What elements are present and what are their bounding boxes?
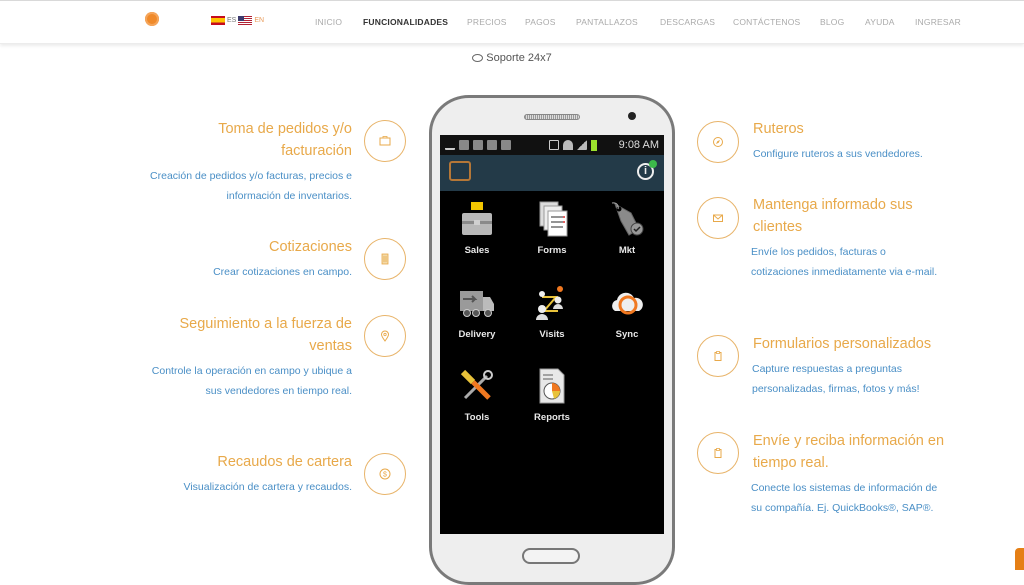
envelope-icon: [697, 197, 739, 239]
cloud-sync-icon: [609, 285, 645, 321]
nav-contactenos[interactable]: CONTÁCTENOS: [733, 17, 800, 27]
top-navbar: ES EN INICIO FUNCIONALIDADES PRECIOS PAG…: [0, 0, 1024, 44]
dollar-coin-icon: $: [364, 453, 406, 495]
feature-title: Seguimiento a la fuerza de ventas: [179, 316, 353, 354]
truck-icon: [459, 285, 495, 321]
spain-flag-icon[interactable]: [211, 16, 225, 25]
app-notification-icon: [459, 140, 469, 150]
phone-status-bar: 9:08 AM: [440, 135, 664, 155]
phone-screen: 9:08 AM i Sales Forms Mkt Delivery Visit…: [440, 135, 664, 534]
nav-pantallazos[interactable]: PANTALLAZOS: [576, 17, 638, 27]
app-forms[interactable]: Forms: [517, 201, 587, 256]
feature-desc: Envíe los pedidos, facturas o cotizacion…: [751, 246, 938, 278]
feature-desc: Creación de pedidos y/o facturas, precio…: [150, 170, 352, 202]
app-sales[interactable]: Sales: [442, 201, 512, 256]
feature-ruteros: Ruteros Configure ruteros a sus vendedor…: [753, 118, 953, 165]
feature-cotizaciones: Cotizaciones Crear cotizaciones en campo…: [150, 236, 352, 283]
feature-title: Recaudos de cartera: [217, 454, 352, 470]
feature-seguimiento: Seguimiento a la fuerza de ventas Contro…: [150, 313, 352, 401]
feature-tiempo-real: Envíe y reciba información en tiempo rea…: [751, 430, 945, 518]
forms-icon: [534, 201, 570, 237]
feature-desc: Capture respuestas a preguntas personali…: [752, 363, 920, 395]
chat-bubble-icon: [472, 54, 484, 62]
feature-clientes: Mantenga informado sus clientes Envíe lo…: [751, 194, 938, 282]
lang-en-link[interactable]: EN: [254, 17, 264, 24]
app-logo-icon: [449, 161, 471, 181]
sales-briefcase-icon: [459, 201, 495, 237]
nfc-icon: [549, 140, 559, 150]
svg-text:$: $: [383, 472, 387, 479]
language-switcher: ES EN: [211, 16, 264, 25]
nav-inicio[interactable]: INICIO: [315, 17, 342, 27]
feature-desc: Crear cotizaciones en campo.: [213, 266, 352, 278]
feature-title: Envíe y reciba información en tiempo rea…: [753, 433, 945, 471]
feedback-tab[interactable]: [1015, 548, 1024, 570]
battery-icon: [591, 139, 597, 151]
download-icon: [445, 140, 455, 150]
phone-camera: [628, 112, 636, 120]
app-delivery[interactable]: Delivery: [442, 285, 512, 340]
price-tag-icon: [609, 201, 645, 237]
feature-desc: Controle la operación en campo y ubique …: [151, 365, 352, 397]
app-visits[interactable]: Visits: [517, 285, 587, 340]
nav-ingresar[interactable]: INGRESAR: [915, 17, 961, 27]
app-label: Forms: [537, 245, 567, 256]
app-label: Tools: [464, 412, 490, 423]
mail-icon: [473, 140, 483, 150]
feature-desc: Conecte los sistemas de información de s…: [751, 482, 938, 514]
nav-ayuda[interactable]: AYUDA: [865, 17, 895, 27]
feature-recaudos: Recaudos de cartera Visualización de car…: [150, 451, 352, 498]
nav-pagos[interactable]: PAGOS: [525, 17, 556, 27]
feature-toma-pedidos: Toma de pedidos y/o facturación Creación…: [150, 118, 352, 206]
calculator-icon: [364, 238, 406, 280]
support-text: Soporte 24x7: [486, 52, 552, 64]
lang-es-link[interactable]: ES: [227, 17, 236, 24]
us-flag-icon[interactable]: [238, 16, 253, 25]
report-chart-icon: [534, 368, 570, 404]
app-sync[interactable]: Sync: [592, 285, 662, 340]
feature-desc: Visualización de cartera y recaudos.: [183, 481, 352, 493]
nav-funcionalidades[interactable]: FUNCIONALIDADES: [363, 17, 448, 27]
tools-icon: [459, 368, 495, 404]
feature-title: Formularios personalizados: [753, 336, 932, 352]
clipboard-icon: [697, 432, 739, 474]
app-label: Mkt: [618, 245, 636, 256]
clipboard-icon: [697, 335, 739, 377]
phone-speaker: [524, 114, 580, 120]
app-label: Reports: [534, 412, 570, 423]
app-tools[interactable]: Tools: [442, 368, 512, 423]
signal-icon: [577, 140, 587, 150]
feature-title: Ruteros: [753, 121, 804, 137]
phone-mockup: 9:08 AM i Sales Forms Mkt Delivery Visit…: [429, 95, 675, 585]
briefcase-notification-icon: [501, 140, 511, 150]
phone-app-bar: i: [440, 155, 664, 191]
logo[interactable]: [145, 12, 159, 26]
briefcase-icon: [364, 120, 406, 162]
app-label: Sales: [464, 245, 490, 256]
compass-icon: [697, 121, 739, 163]
feature-title: Mantenga informado sus clientes: [753, 197, 913, 235]
nav-descargas[interactable]: DESCARGAS: [660, 17, 715, 27]
app-label: Sync: [615, 329, 639, 340]
mail-icon: [487, 140, 497, 150]
feature-title: Toma de pedidos y/o facturación: [218, 121, 352, 159]
feature-formularios: Formularios personalizados Capture respu…: [752, 333, 953, 399]
visits-people-icon: [534, 285, 570, 321]
wifi-icon: [563, 140, 573, 150]
app-label: Visits: [539, 329, 565, 340]
nav-blog[interactable]: BLOG: [820, 17, 844, 27]
app-reports[interactable]: Reports: [517, 368, 587, 423]
feature-desc: Configure ruteros a sus vendedores.: [753, 148, 923, 160]
app-label: Delivery: [458, 329, 496, 340]
phone-home-button: [522, 548, 580, 564]
map-pin-icon: [364, 315, 406, 357]
support-label: Soporte 24x7: [0, 52, 1024, 64]
nav-precios[interactable]: PRECIOS: [467, 17, 507, 27]
info-icon[interactable]: i: [637, 160, 657, 180]
app-mkt[interactable]: Mkt: [592, 201, 662, 256]
feature-title: Cotizaciones: [268, 239, 352, 255]
status-time: 9:08 AM: [618, 139, 659, 151]
